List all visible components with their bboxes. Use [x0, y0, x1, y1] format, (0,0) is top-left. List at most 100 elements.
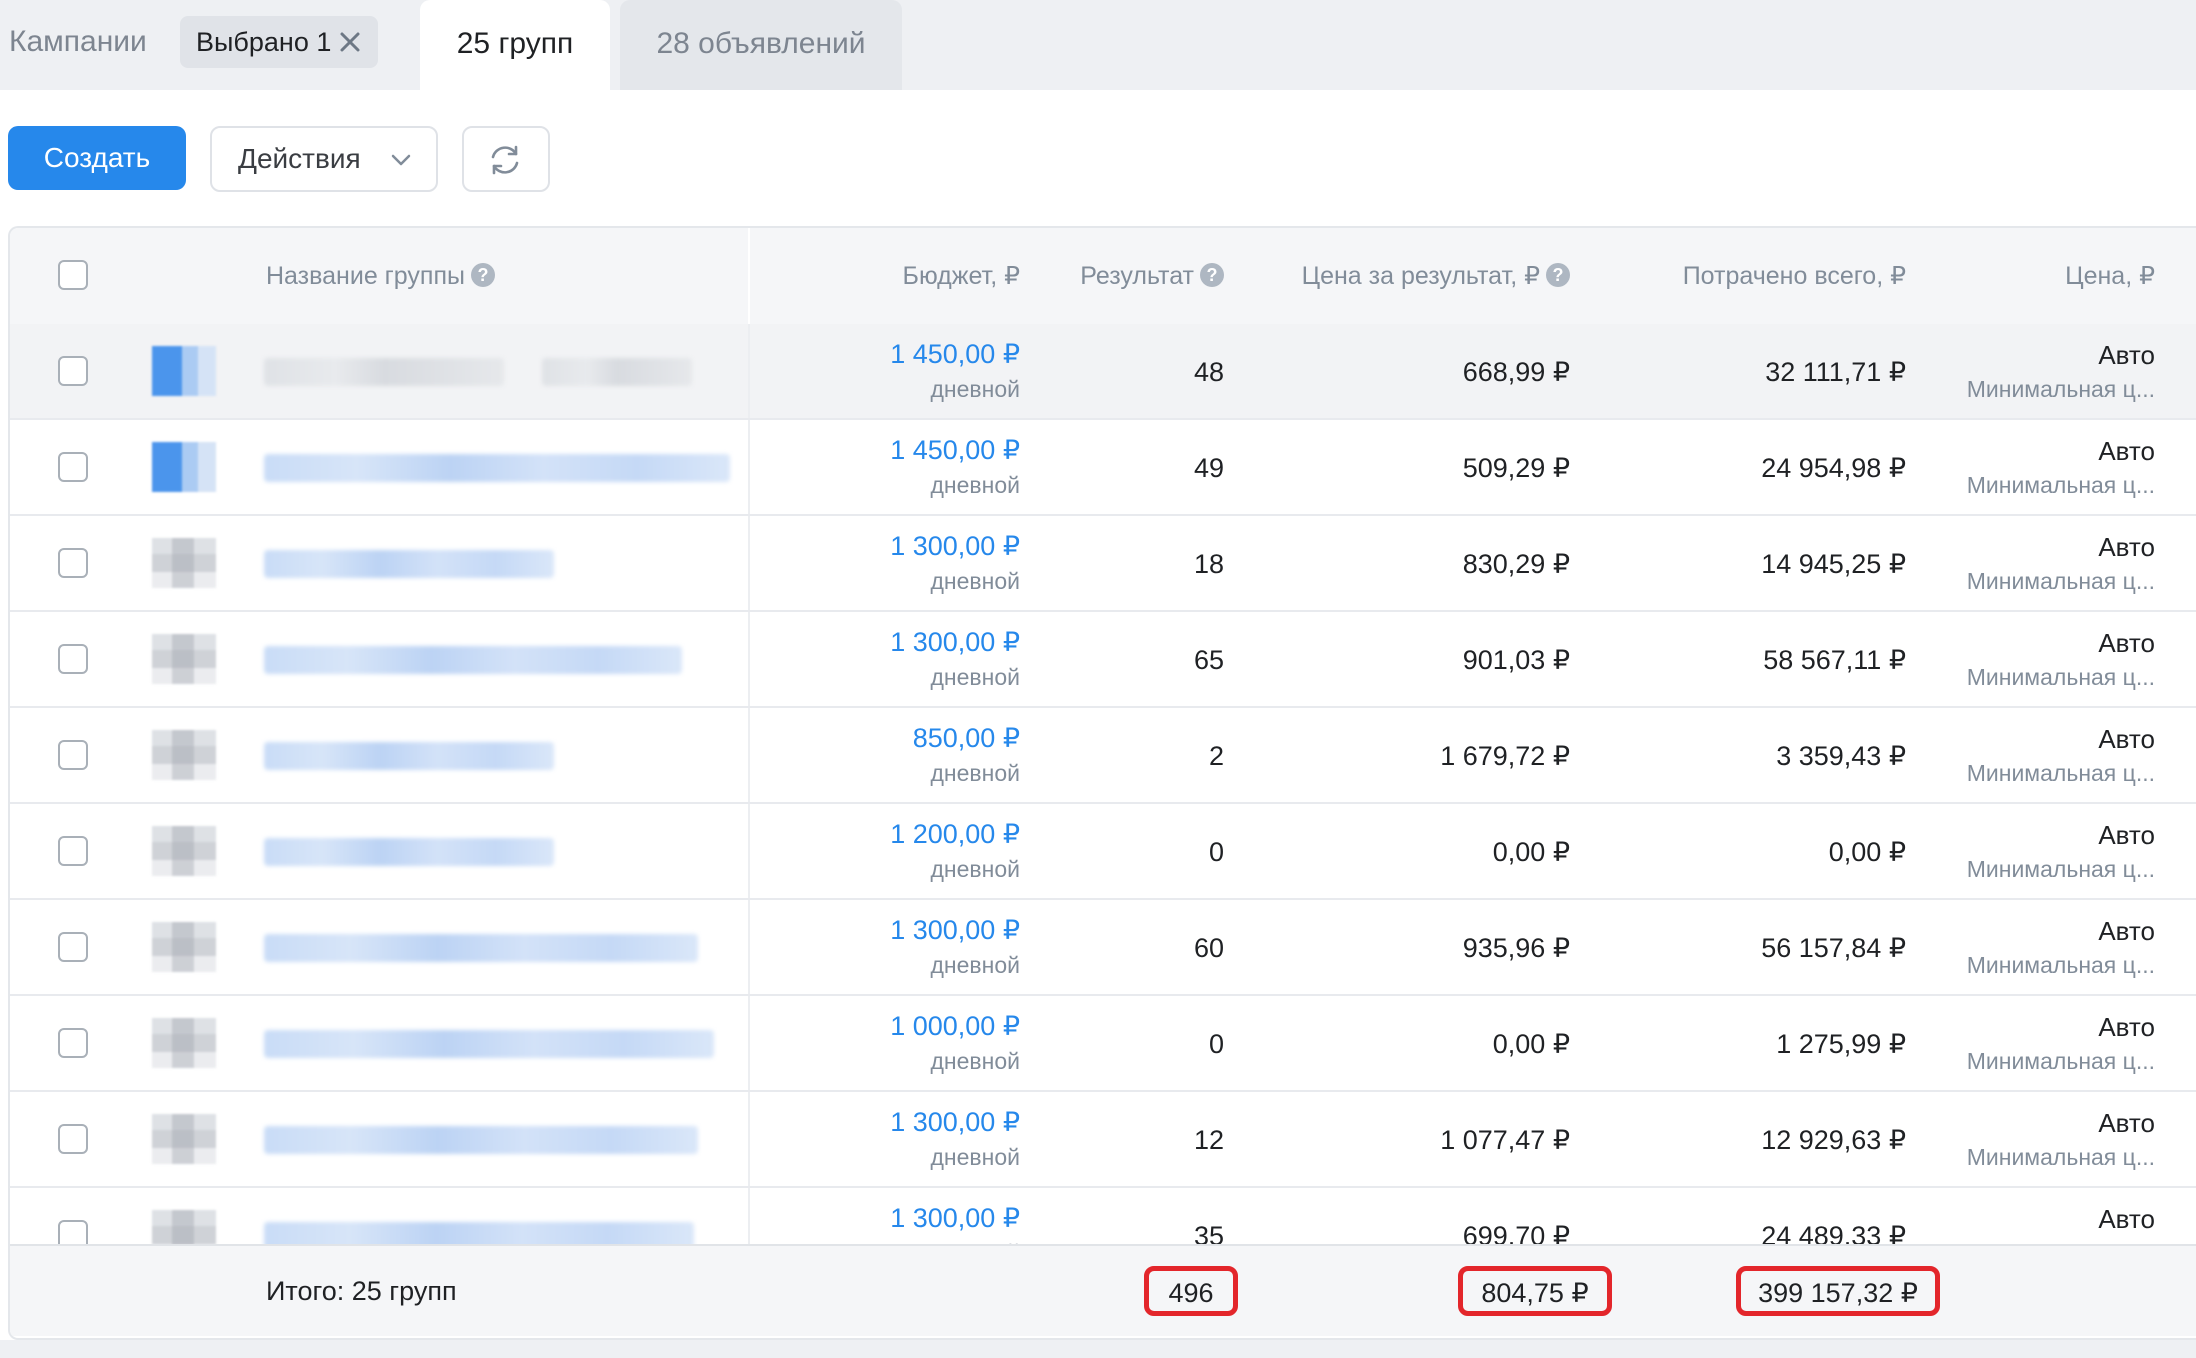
spent-cell: 12 929,63 ₽ — [1761, 1125, 1906, 1155]
group-name-blurred — [264, 1030, 714, 1058]
result-cell: 0 — [1208, 1029, 1224, 1059]
table-row[interactable]: 1 450,00 ₽ дневной 49 509,29 ₽ 24 954,98… — [10, 420, 2196, 516]
table-row[interactable]: 1 450,00 ₽ дневной 48 668,99 ₽ 32 111,71… — [10, 324, 2196, 420]
help-icon[interactable]: ? — [470, 263, 495, 288]
price-cell: Авто Минимальная ц... — [1967, 914, 2155, 982]
group-name-cell[interactable] — [130, 420, 750, 514]
group-name-cell[interactable] — [130, 324, 750, 418]
price-strategy: Минимальная ц... — [1967, 1236, 2155, 1244]
column-header-price[interactable]: Цена, ₽ — [2065, 228, 2155, 324]
tabs-bar: Кампании Выбрано 1 25 групп 28 объявлени… — [0, 0, 2196, 90]
group-name-cell[interactable] — [130, 612, 750, 706]
column-header-budget[interactable]: Бюджет, ₽ — [903, 228, 1020, 324]
price-strategy: Минимальная ц... — [1966, 856, 2155, 882]
group-thumbnail — [152, 1114, 216, 1164]
price-mode: Авто — [2098, 1204, 2155, 1234]
budget-type: дневной — [890, 1236, 1020, 1244]
group-name-blurred — [264, 550, 554, 578]
table-row[interactable]: 1 300,00 ₽ дневной 18 830,29 ₽ 14 945,25… — [10, 516, 2196, 612]
group-name-cell[interactable] — [130, 804, 750, 898]
column-name-label: Название группы — [266, 262, 465, 290]
price-cell: Авто Минимальная ц... — [1967, 1106, 2155, 1174]
column-header-name[interactable]: Название группы? — [266, 228, 495, 324]
help-icon[interactable]: ? — [1546, 263, 1570, 288]
close-icon[interactable] — [336, 28, 364, 56]
selected-filter-chip[interactable]: Выбрано 1 — [180, 16, 378, 68]
budget-amount[interactable]: 1 300,00 ₽ — [890, 912, 1020, 948]
price-strategy: Минимальная ц... — [1966, 664, 2155, 690]
budget-amount[interactable]: 1 000,00 ₽ — [890, 1008, 1020, 1044]
group-thumbnail — [152, 1018, 216, 1068]
table-row[interactable]: 1 200,00 ₽ дневной 0 0,00 ₽ 0,00 ₽ Авто … — [10, 804, 2196, 900]
budget-amount[interactable]: 1 300,00 ₽ — [890, 624, 1020, 660]
chevron-down-icon — [388, 147, 414, 173]
actions-dropdown[interactable]: Действия — [210, 126, 438, 192]
budget-type: дневной — [930, 664, 1020, 690]
budget-type: дневной — [930, 568, 1020, 594]
group-name-cell[interactable] — [130, 900, 750, 994]
group-name-cell[interactable] — [130, 1092, 750, 1186]
row-checkbox[interactable] — [58, 932, 88, 962]
price-mode: Авто — [2098, 916, 2155, 946]
refresh-button[interactable] — [462, 126, 550, 192]
row-checkbox[interactable] — [58, 740, 88, 770]
row-checkbox[interactable] — [58, 356, 88, 386]
budget-amount[interactable]: 1 300,00 ₽ — [890, 528, 1020, 564]
budget-cell: 1 300,00 ₽ дневной — [890, 624, 1020, 694]
budget-amount[interactable]: 1 450,00 ₽ — [890, 432, 1020, 468]
total-result: 496 — [1144, 1266, 1238, 1316]
price-cell: Авто Минимальная ц... — [1967, 434, 2155, 502]
budget-amount[interactable]: 850,00 ₽ — [913, 720, 1020, 756]
select-all-checkbox[interactable] — [58, 260, 88, 290]
table-row[interactable]: 1 300,00 ₽ дневной 12 1 077,47 ₽ 12 929,… — [10, 1092, 2196, 1188]
budget-type: дневной — [930, 760, 1020, 786]
spent-cell: 14 945,25 ₽ — [1761, 549, 1906, 579]
row-checkbox[interactable] — [58, 836, 88, 866]
result-cell: 48 — [1193, 357, 1224, 387]
budget-amount[interactable]: 1 200,00 ₽ — [890, 816, 1020, 852]
row-checkbox[interactable] — [58, 1124, 88, 1154]
price-strategy: Минимальная ц... — [1966, 1048, 2155, 1074]
create-button[interactable]: Создать — [8, 126, 186, 190]
price-mode: Авто — [2098, 628, 2155, 658]
budget-cell: 1 300,00 ₽ дневной — [890, 1200, 1020, 1244]
table-row[interactable]: 1 000,00 ₽ дневной 0 0,00 ₽ 1 275,99 ₽ А… — [10, 996, 2196, 1092]
budget-amount[interactable]: 1 300,00 ₽ — [890, 1200, 1020, 1236]
group-name-blurred — [264, 454, 730, 482]
column-header-cost-per-result[interactable]: Цена за результат, ₽? — [1302, 228, 1570, 324]
result-cell: 60 — [1193, 933, 1224, 963]
group-name-cell[interactable] — [130, 1188, 750, 1244]
budget-cell: 1 450,00 ₽ дневной — [890, 336, 1020, 406]
group-name-cell[interactable] — [130, 996, 750, 1090]
tab-ads[interactable]: 28 объявлений — [620, 0, 902, 90]
budget-amount[interactable]: 1 300,00 ₽ — [890, 1104, 1020, 1140]
group-thumbnail — [152, 826, 216, 876]
group-name-cell[interactable] — [130, 708, 750, 802]
tab-groups[interactable]: 25 групп — [420, 0, 610, 90]
table-row[interactable]: 850,00 ₽ дневной 2 1 679,72 ₽ 3 359,43 ₽… — [10, 708, 2196, 804]
column-header-result[interactable]: Результат? — [1080, 228, 1224, 324]
budget-type: дневной — [930, 952, 1020, 978]
column-header-spent[interactable]: Потрачено всего, ₽ — [1683, 228, 1906, 324]
column-result-label: Результат — [1080, 262, 1194, 290]
group-thumbnail — [152, 538, 216, 588]
table-row[interactable]: 1 300,00 ₽ дневной 65 901,03 ₽ 58 567,11… — [10, 612, 2196, 708]
spent-cell: 56 157,84 ₽ — [1761, 933, 1906, 963]
row-checkbox[interactable] — [58, 452, 88, 482]
table-row[interactable]: 1 300,00 ₽ дневной 60 935,96 ₽ 56 157,84… — [10, 900, 2196, 996]
result-cell: 12 — [1193, 1125, 1224, 1155]
group-name-cell[interactable] — [130, 516, 750, 610]
row-checkbox[interactable] — [58, 644, 88, 674]
help-icon[interactable]: ? — [1200, 263, 1224, 288]
row-checkbox[interactable] — [58, 1028, 88, 1058]
row-checkbox[interactable] — [58, 548, 88, 578]
cost-per-result-cell: 0,00 ₽ — [1492, 837, 1570, 867]
price-mode: Авто — [2098, 724, 2155, 754]
budget-amount[interactable]: 1 450,00 ₽ — [890, 336, 1020, 372]
row-checkbox[interactable] — [58, 1220, 88, 1244]
result-cell: 0 — [1208, 837, 1224, 867]
budget-type: дневной — [930, 1048, 1020, 1074]
cost-per-result-cell: 935,96 ₽ — [1462, 933, 1570, 963]
table-row[interactable]: 1 300,00 ₽ дневной 35 699,70 ₽ 24 489,33… — [10, 1188, 2196, 1244]
tab-campaigns[interactable]: Кампании — [9, 20, 147, 64]
